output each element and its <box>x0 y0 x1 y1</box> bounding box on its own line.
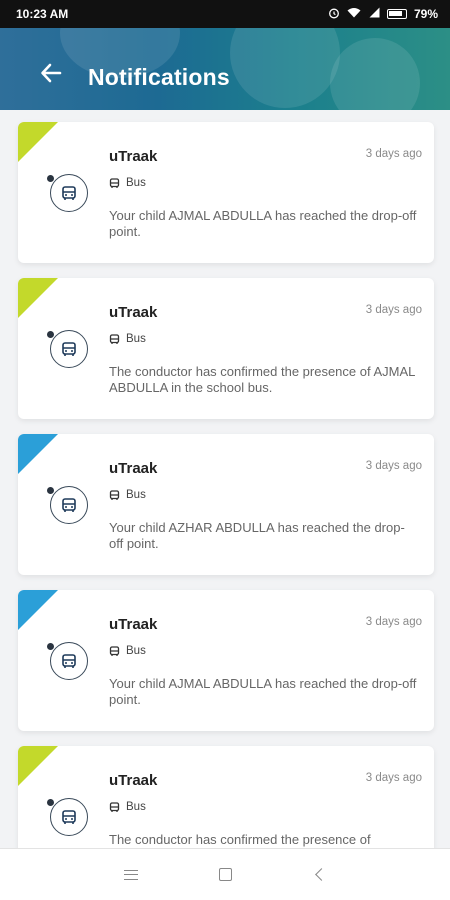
notification-card[interactable]: uTraak 3 days ago Bus Your child AJMAL A… <box>18 122 434 263</box>
home-button[interactable] <box>213 863 237 887</box>
unread-dot <box>46 330 55 339</box>
unread-dot <box>46 486 55 495</box>
notification-category: Bus <box>109 489 146 501</box>
notification-message: The conductor has confirmed the presence… <box>109 364 415 395</box>
notification-card[interactable]: uTraak 3 days ago Bus Your child AJMAL A… <box>18 590 434 731</box>
page-title: Notifications <box>88 64 230 90</box>
notification-time: 3 days ago <box>365 148 422 160</box>
unread-dot <box>46 642 55 651</box>
notification-category: Bus <box>109 801 146 813</box>
bus-app-icon <box>50 330 88 368</box>
notification-card[interactable]: uTraak 3 days ago Bus The conductor has … <box>18 278 434 419</box>
accent-corner <box>18 590 58 630</box>
bus-icon <box>109 801 120 812</box>
back-arrow-icon[interactable] <box>40 62 70 92</box>
bus-icon <box>109 333 120 344</box>
wifi-icon <box>347 7 361 21</box>
bus-app-icon <box>50 174 88 212</box>
notification-app-name: uTraak <box>109 148 158 165</box>
notification-app-name: uTraak <box>109 304 158 321</box>
app-header: Notifications <box>0 28 450 110</box>
notification-category: Bus <box>109 333 146 345</box>
home-icon <box>218 868 232 881</box>
accent-corner <box>18 746 58 786</box>
unread-dot <box>46 798 55 807</box>
notification-time: 3 days ago <box>365 304 422 316</box>
recent-apps-button[interactable] <box>119 863 143 887</box>
accent-corner <box>18 122 58 162</box>
bus-app-icon <box>50 486 88 524</box>
notification-category-label: Bus <box>126 489 146 501</box>
notification-message: Your child AJMAL ABDULLA has reached the… <box>109 676 417 707</box>
notification-app-name: uTraak <box>109 772 158 789</box>
notification-time: 3 days ago <box>365 772 422 784</box>
system-back-button[interactable] <box>307 863 331 887</box>
notification-message: Your child AJMAL ABDULLA has reached the… <box>109 208 417 239</box>
notification-message: Your child AZHAR ABDULLA has reached the… <box>109 520 405 551</box>
status-bar: 10:23 AM 79% <box>0 0 450 28</box>
battery-icon <box>386 9 407 19</box>
bus-icon <box>109 489 120 500</box>
bus-app-icon <box>50 642 88 680</box>
notification-category-label: Bus <box>126 645 146 657</box>
battery-level: 79% <box>413 7 438 21</box>
accent-corner <box>18 278 58 318</box>
system-nav-bar <box>0 848 450 900</box>
notification-category-label: Bus <box>126 333 146 345</box>
notification-category: Bus <box>109 177 146 189</box>
status-time: 10:23 AM <box>16 7 69 21</box>
status-icons: 79% <box>328 7 438 22</box>
bus-icon <box>109 177 120 188</box>
accent-corner <box>18 434 58 474</box>
notification-app-name: uTraak <box>109 616 158 633</box>
notification-category-label: Bus <box>126 801 146 813</box>
notification-app-name: uTraak <box>109 460 158 477</box>
notification-time: 3 days ago <box>365 616 422 628</box>
back-chevron-icon <box>314 868 328 881</box>
notification-category-label: Bus <box>126 177 146 189</box>
notification-category: Bus <box>109 645 146 657</box>
notification-message: The conductor has confirmed the presence… <box>109 832 371 847</box>
bus-icon <box>109 645 120 656</box>
signal-icon <box>368 7 380 21</box>
notification-card[interactable]: uTraak 3 days ago Bus The conductor has … <box>18 746 434 848</box>
menu-icon <box>124 869 138 880</box>
unread-dot <box>46 174 55 183</box>
notification-time: 3 days ago <box>365 460 422 472</box>
notification-list[interactable]: uTraak 3 days ago Bus Your child AJMAL A… <box>0 110 450 848</box>
bus-app-icon <box>50 798 88 836</box>
alarm-icon <box>328 7 340 22</box>
notification-card[interactable]: uTraak 3 days ago Bus Your child AZHAR A… <box>18 434 434 575</box>
